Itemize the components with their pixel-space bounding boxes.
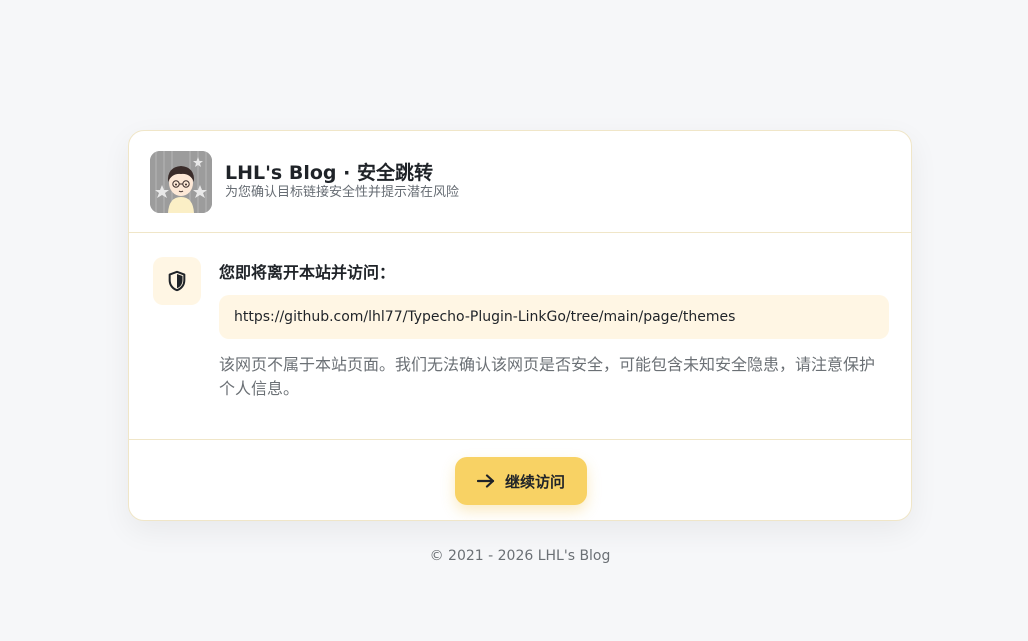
card-content: 您即将离开本站并访问： https://github.com/lhl77/Typ… xyxy=(129,233,911,440)
target-url[interactable]: https://github.com/lhl77/Typecho-Plugin-… xyxy=(219,295,889,339)
leave-notice-title: 您即将离开本站并访问： xyxy=(219,263,396,282)
security-warning: 该网页不属于本站页面。我们无法确认该网页是否安全，可能包含未知安全隐患，请注意保… xyxy=(219,355,876,398)
card-header: LHL's Blog · 安全跳转 为您确认目标链接安全性并提示潜在风险 xyxy=(129,131,911,233)
shield-icon xyxy=(168,270,186,292)
site-title: LHL's Blog · 安全跳转 xyxy=(225,162,433,184)
avatar xyxy=(150,151,212,213)
card-actions: 继续访问 xyxy=(129,440,911,520)
arrow-right-icon xyxy=(476,474,495,488)
site-subtitle: 为您确认目标链接安全性并提示潜在风险 xyxy=(225,185,460,200)
header-text: LHL's Blog · 安全跳转 为您确认目标链接安全性并提示潜在风险 xyxy=(225,161,459,201)
redirect-card: LHL's Blog · 安全跳转 为您确认目标链接安全性并提示潜在风险 您即将… xyxy=(128,130,912,521)
avatar-cartoon-boy-icon xyxy=(150,151,212,213)
continue-button-label: 继续访问 xyxy=(504,472,565,491)
shield-badge xyxy=(153,257,201,305)
copyright-footer: © 2021 - 2026 LHL's Blog xyxy=(429,548,611,564)
continue-button[interactable]: 继续访问 xyxy=(455,457,587,505)
